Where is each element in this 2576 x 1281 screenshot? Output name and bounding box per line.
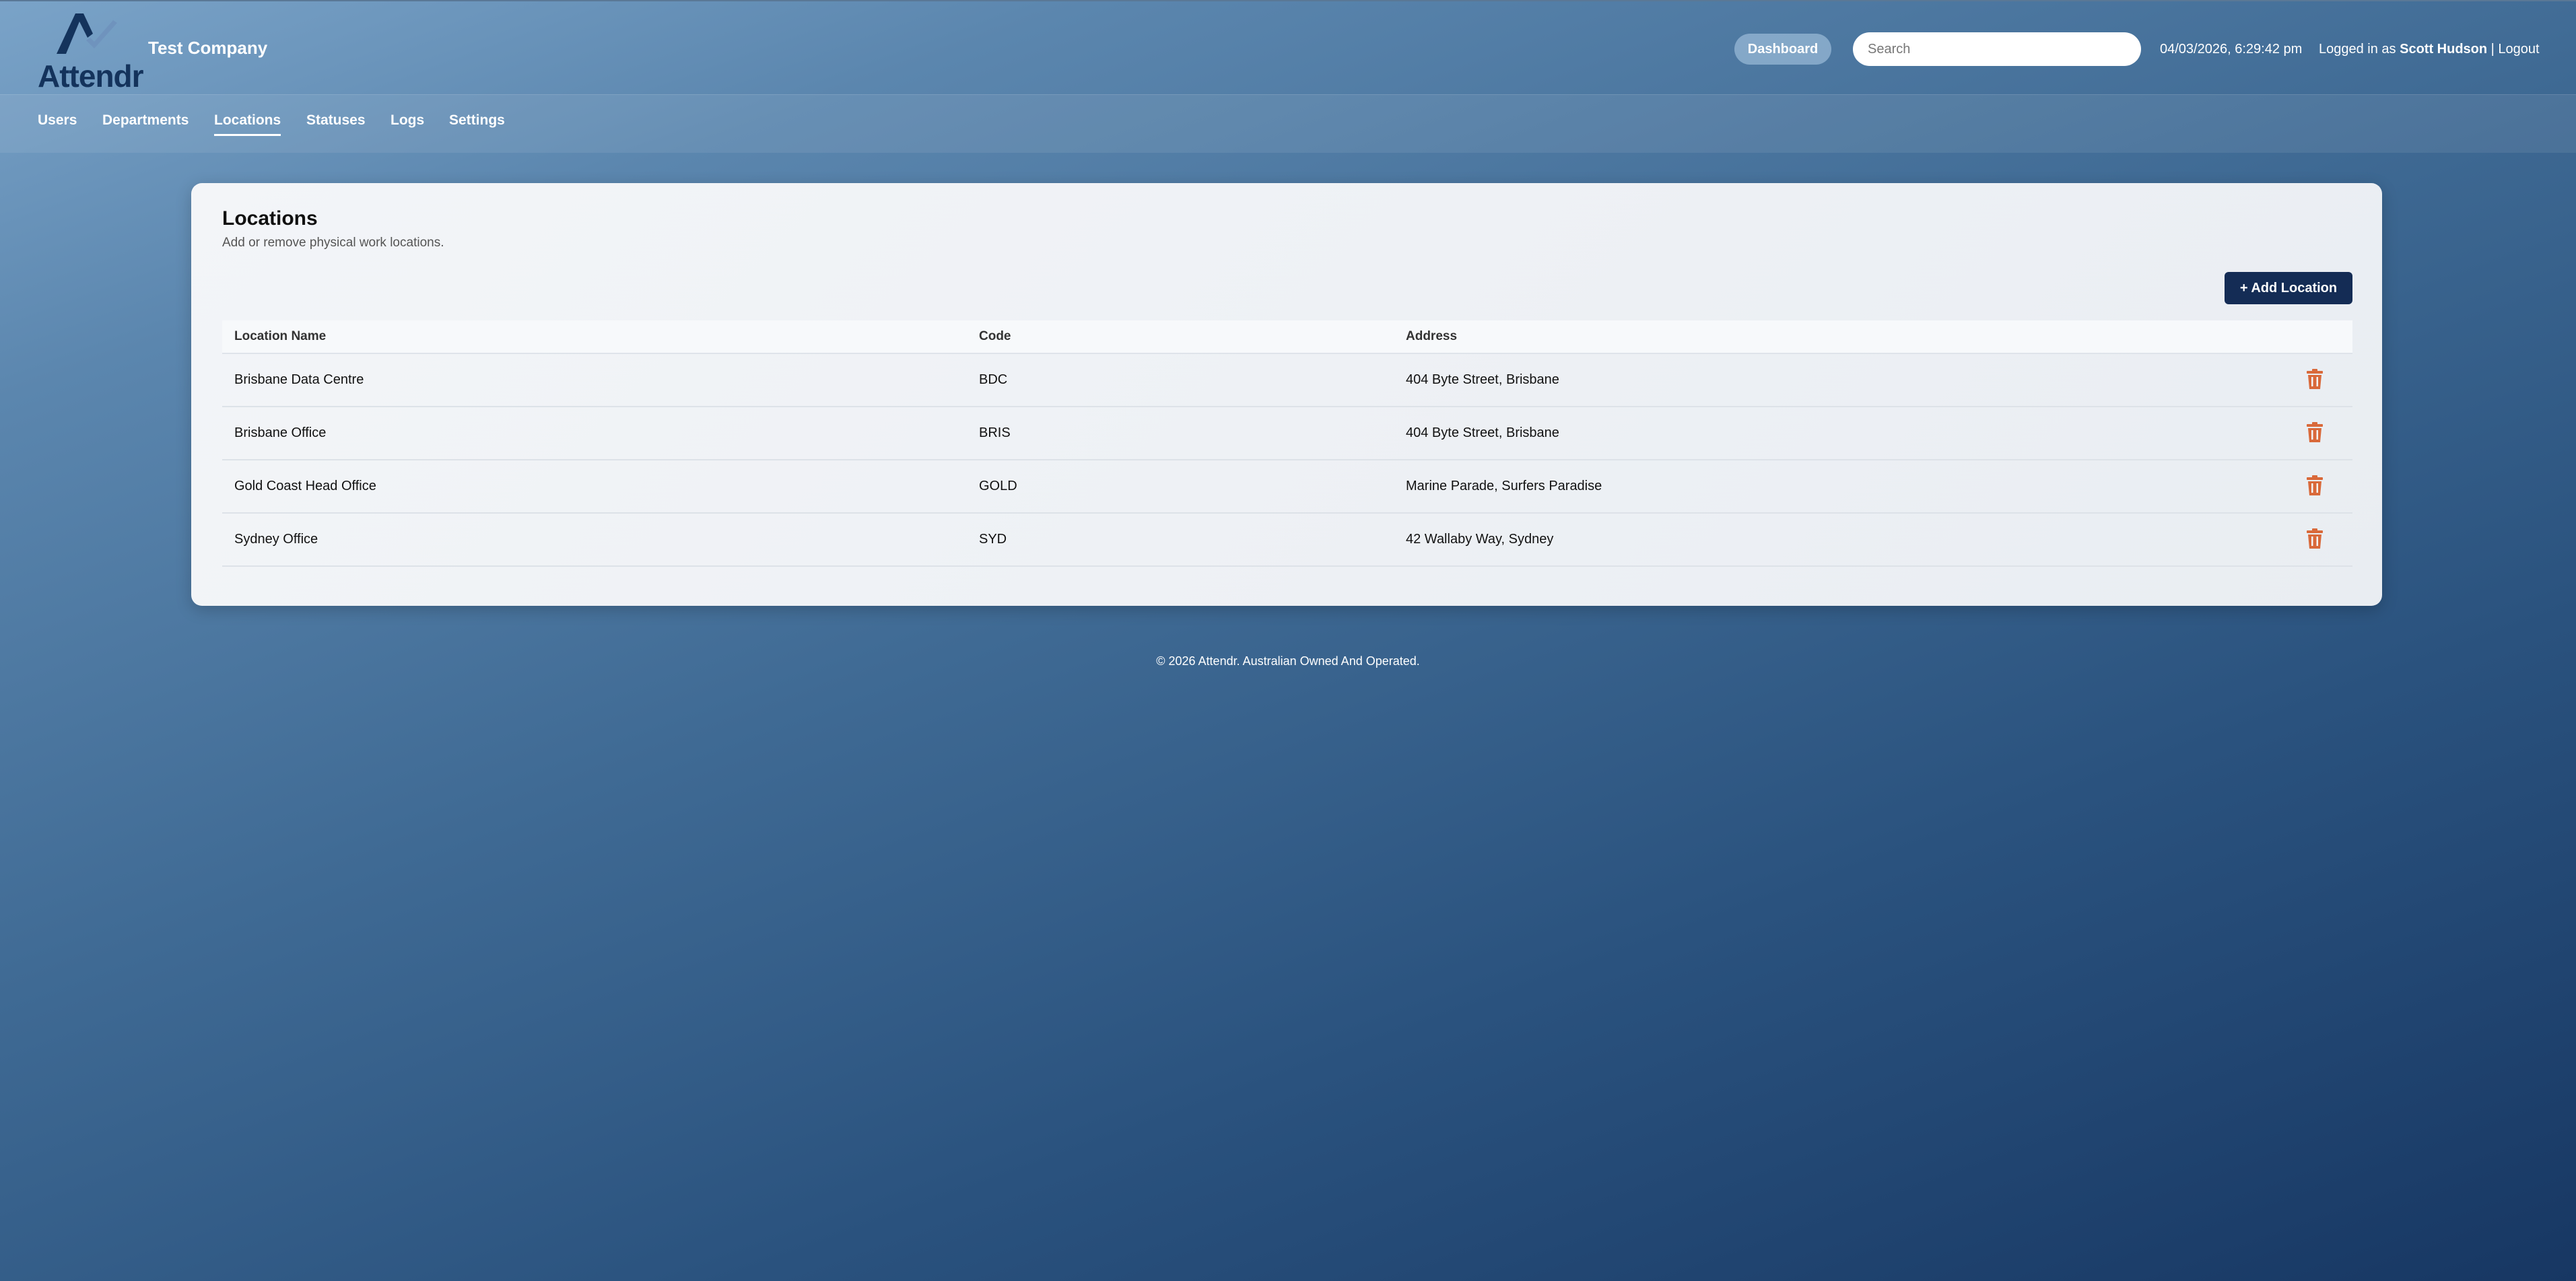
logout-link[interactable]: Logout: [2498, 42, 2539, 57]
dashboard-button[interactable]: Dashboard: [1734, 34, 1831, 65]
location-code-cell: GOLD: [979, 479, 1017, 493]
table-row: Sydney Office SYD 42 Wallaby Way, Sydney: [222, 514, 2352, 567]
company-name: Test Company: [148, 38, 268, 58]
location-code-cell: BRIS: [979, 425, 1011, 440]
main-nav: Users Departments Locations Statuses Log…: [0, 94, 2576, 153]
locations-table: Location Name Code Address Brisbane Data…: [222, 320, 2352, 567]
column-header-address: Address: [1406, 329, 1458, 343]
location-address-cell: 404 Byte Street, Brisbane: [1406, 425, 1559, 440]
trash-icon[interactable]: [2305, 369, 2324, 389]
trash-icon[interactable]: [2305, 475, 2324, 495]
nav-item-departments[interactable]: Departments: [102, 112, 189, 134]
table-header: Location Name Code Address: [222, 320, 2352, 354]
logo-mark-icon: [57, 13, 117, 54]
table-row: Brisbane Office BRIS 404 Byte Street, Br…: [222, 407, 2352, 460]
user-name: Scott Hudson: [2400, 42, 2488, 57]
top-header: Attendr Test Company Dashboard 04/03/202…: [0, 0, 2576, 94]
nav-item-locations[interactable]: Locations: [214, 112, 281, 136]
location-name-cell: Gold Coast Head Office: [234, 479, 376, 493]
locations-card: Locations Add or remove physical work lo…: [191, 183, 2382, 606]
page-subtitle: Add or remove physical work locations.: [222, 236, 444, 250]
location-address-cell: Marine Parade, Surfers Paradise: [1406, 479, 1602, 493]
user-info: Logged in as Scott Hudson | Logout: [2319, 42, 2540, 57]
table-row: Gold Coast Head Office GOLD Marine Parad…: [222, 460, 2352, 514]
search-input[interactable]: [1853, 32, 2141, 66]
user-separator: |: [2487, 42, 2499, 57]
nav-item-statuses[interactable]: Statuses: [306, 112, 366, 134]
column-header-code: Code: [979, 329, 1011, 343]
location-address-cell: 42 Wallaby Way, Sydney: [1406, 532, 1554, 547]
location-code-cell: BDC: [979, 372, 1008, 387]
nav-item-users[interactable]: Users: [38, 112, 77, 134]
nav-item-settings[interactable]: Settings: [449, 112, 505, 134]
column-header-location-name: Location Name: [234, 329, 327, 343]
location-address-cell: 404 Byte Street, Brisbane: [1406, 372, 1559, 387]
location-code-cell: SYD: [979, 532, 1007, 547]
trash-icon[interactable]: [2305, 528, 2324, 549]
page-title: Locations: [222, 207, 318, 230]
trash-icon[interactable]: [2305, 422, 2324, 442]
logged-in-label: Logged in as: [2319, 42, 2400, 57]
location-name-cell: Sydney Office: [234, 532, 318, 547]
add-location-button[interactable]: + Add Location: [2225, 272, 2352, 304]
attendr-logo[interactable]: Attendr: [38, 11, 144, 94]
footer-text: © 2026 Attendr. Australian Owned And Ope…: [1156, 654, 1420, 668]
nav-item-logs[interactable]: Logs: [391, 112, 424, 134]
location-name-cell: Brisbane Office: [234, 425, 327, 440]
table-row: Brisbane Data Centre BDC 404 Byte Street…: [222, 354, 2352, 407]
location-name-cell: Brisbane Data Centre: [234, 372, 364, 387]
logo-text: Attendr: [38, 59, 144, 94]
current-datetime: 04/03/2026, 6:29:42 pm: [2160, 42, 2303, 57]
